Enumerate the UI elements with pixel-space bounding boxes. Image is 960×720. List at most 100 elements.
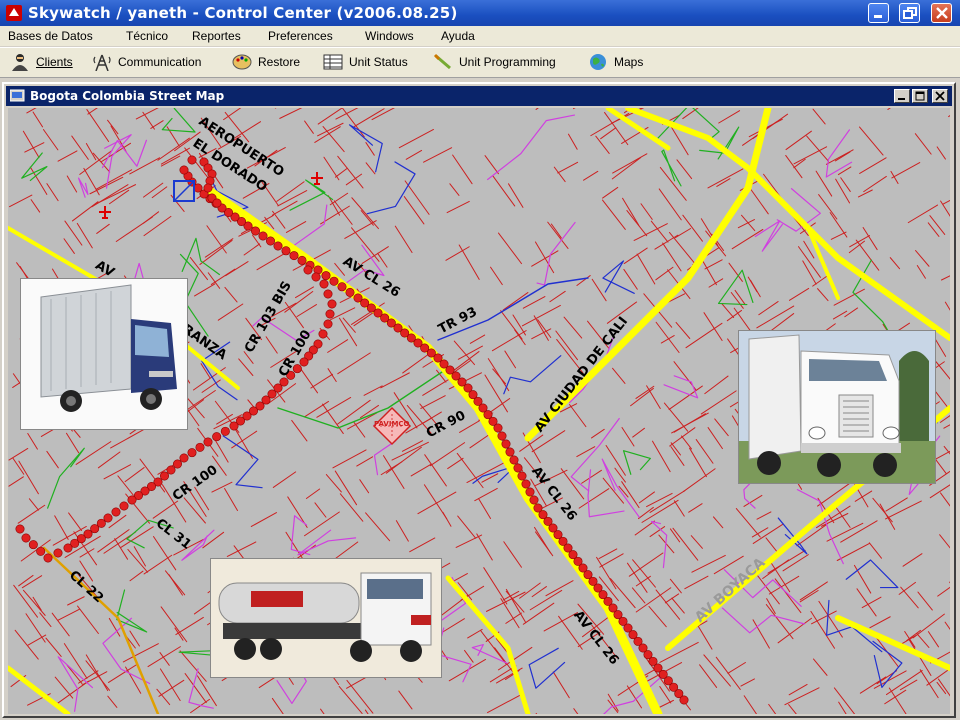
clients-button[interactable]: Clients — [10, 52, 90, 72]
route-point — [36, 546, 46, 556]
menu-bases-de-datos[interactable]: Bases de Datos — [8, 29, 93, 43]
route-point — [325, 309, 335, 319]
close-icon — [936, 7, 948, 19]
unit-status-label: Unit Status — [349, 55, 408, 69]
route-point — [15, 524, 25, 534]
route-point — [21, 533, 31, 543]
maps-button[interactable]: Maps — [588, 52, 658, 72]
route-point — [327, 299, 337, 309]
route-point — [265, 236, 275, 246]
map-canvas[interactable]: AEROPUERTO EL DORADO AV CL 26 TR 93 CR 1… — [8, 108, 950, 714]
menu-windows[interactable]: Windows — [365, 29, 414, 43]
route-point — [289, 251, 299, 261]
app-icon — [6, 5, 22, 21]
communication-label: Communication — [118, 55, 202, 69]
menu-tecnico[interactable]: Técnico — [126, 29, 168, 43]
route-point — [525, 487, 535, 497]
map-minimize-button[interactable] — [894, 89, 910, 103]
map-window-titlebar: Bogota Colombia Street Map — [6, 86, 952, 106]
menu-ayuda[interactable]: Ayuda — [441, 29, 475, 43]
window-title: Skywatch / yaneth - Control Center (v200… — [28, 4, 458, 22]
route-point — [111, 507, 121, 517]
route-point — [53, 548, 63, 558]
route-point — [187, 448, 197, 458]
route-point — [521, 479, 531, 489]
restore-icon — [903, 7, 917, 19]
map-window-icon — [10, 89, 25, 102]
minimize-button[interactable] — [868, 3, 889, 23]
tanker-truck-image — [211, 559, 441, 677]
route-point — [220, 426, 230, 436]
route-point — [297, 255, 307, 265]
airplane-icon — [99, 206, 111, 219]
route-point — [203, 437, 213, 447]
unit-programming-button[interactable]: Unit Programming — [433, 52, 581, 72]
map-window-title: Bogota Colombia Street Map — [30, 89, 225, 103]
menu-preferences[interactable]: Preferences — [268, 29, 333, 43]
route-point — [203, 183, 213, 193]
restore-label: Restore — [258, 55, 301, 69]
route-point — [318, 329, 328, 339]
route-point — [179, 453, 189, 463]
unit-programming-label: Unit Programming — [459, 55, 556, 69]
route-point — [517, 471, 527, 481]
street-map-window: Bogota Colombia Street Map AEROPUERTO EL… — [2, 82, 956, 718]
menu-bar: Bases de Datos Técnico Reportes Preferen… — [0, 26, 960, 46]
white-truck-image — [739, 331, 935, 483]
route-point — [329, 276, 339, 286]
route-point — [513, 463, 523, 473]
route-point — [353, 293, 363, 303]
antenna-tower-icon — [93, 54, 111, 71]
programming-wand-icon — [433, 53, 451, 70]
route-point — [505, 447, 515, 457]
route-point — [173, 459, 183, 469]
route-point — [179, 165, 189, 175]
route-point — [323, 289, 333, 299]
route-point — [229, 421, 239, 431]
route-point — [345, 287, 355, 297]
route-point — [299, 357, 309, 367]
route-point — [195, 442, 205, 452]
route-point — [281, 246, 291, 256]
route-point — [323, 319, 333, 329]
route-point — [119, 501, 129, 511]
route-point — [319, 279, 329, 289]
route-point — [160, 471, 170, 481]
close-button[interactable] — [931, 3, 952, 23]
clients-label: Clients — [36, 55, 73, 69]
globe-icon — [590, 54, 606, 70]
toolbar: Clients Communication Restore Unit Statu… — [0, 47, 960, 78]
route-point — [497, 431, 507, 441]
communication-button[interactable]: Communication — [92, 52, 232, 72]
restore-window-button[interactable] — [899, 3, 920, 23]
title-bar: Skywatch / yaneth - Control Center (v200… — [0, 0, 960, 26]
maximize-icon — [915, 91, 925, 101]
palette-icon — [232, 54, 252, 70]
route-point — [509, 455, 519, 465]
tanker-truck-photo[interactable] — [210, 558, 442, 678]
route-point — [311, 272, 321, 282]
route-point — [258, 231, 268, 241]
route-point — [127, 495, 137, 505]
poi-label: PAVIMCO — [374, 420, 410, 428]
box-truck-image — [21, 279, 187, 429]
close-icon — [935, 91, 945, 101]
map-close-button[interactable] — [932, 89, 948, 103]
route-point — [187, 155, 197, 165]
map-maximize-button[interactable] — [912, 89, 928, 103]
route-point — [337, 282, 347, 292]
tr-93-road — [437, 277, 589, 341]
minimize-icon — [898, 98, 905, 100]
box-truck-photo[interactable] — [20, 278, 188, 430]
route-point — [43, 553, 53, 563]
minimize-icon — [874, 15, 882, 18]
route-point — [63, 543, 73, 553]
menu-reportes[interactable]: Reportes — [192, 29, 241, 43]
restore-button[interactable]: Restore — [232, 52, 314, 72]
route-point — [166, 465, 176, 475]
route-point — [321, 271, 331, 281]
route-point — [212, 432, 222, 442]
airplane-icon — [311, 172, 323, 185]
unit-status-button[interactable]: Unit Status — [323, 52, 427, 72]
white-truck-photo[interactable] — [738, 330, 936, 484]
